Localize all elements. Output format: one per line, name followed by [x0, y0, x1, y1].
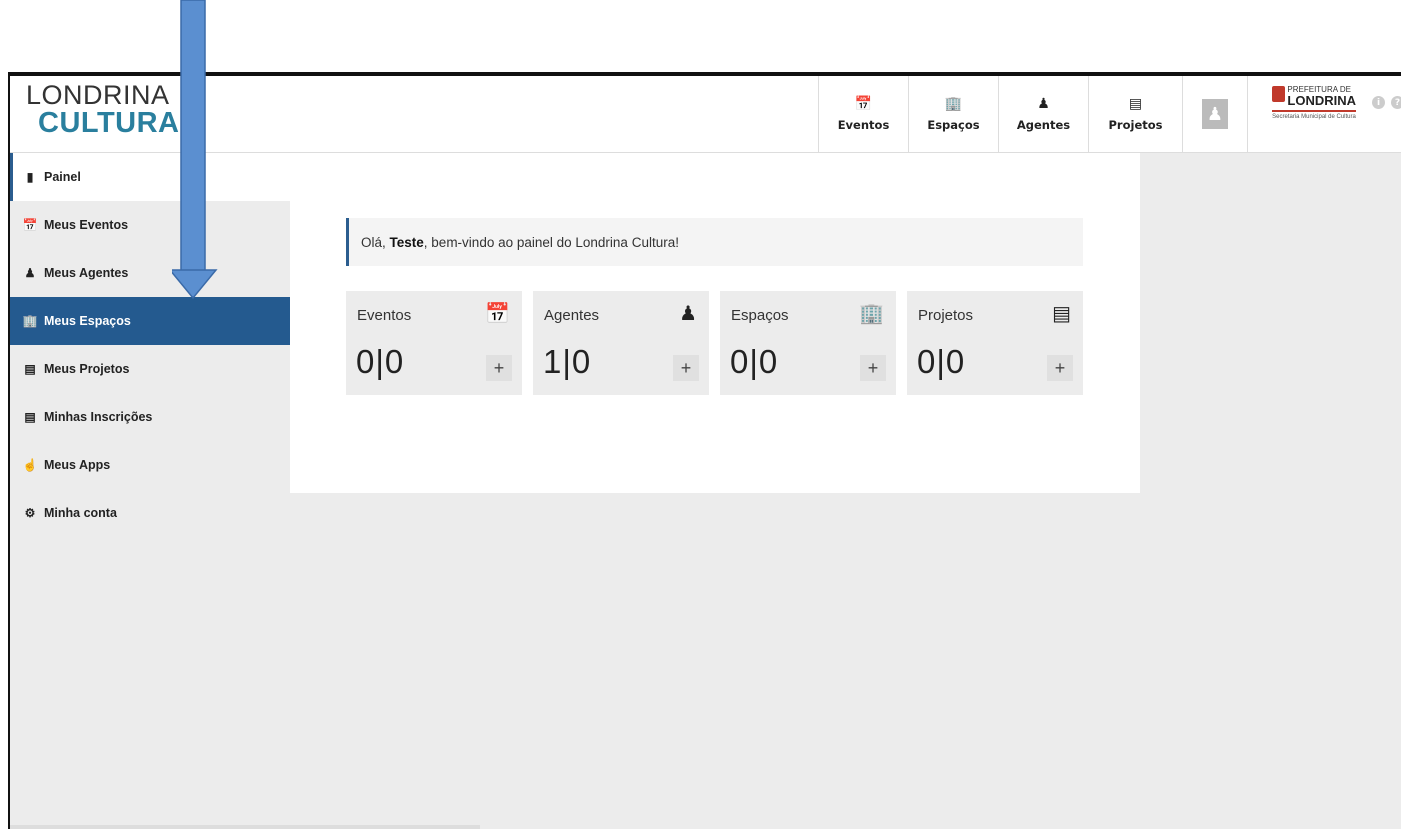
sidebar-item-meus-projetos[interactable]: ▤ Meus Projetos: [10, 345, 290, 393]
horizontal-scrollbar[interactable]: [10, 825, 480, 829]
user-menu[interactable]: ♟: [1182, 76, 1248, 152]
person-icon: ♟: [679, 303, 697, 325]
sidebar-item-label: Minhas Inscrições: [44, 410, 153, 424]
building-icon: 🏢: [859, 303, 884, 325]
sidebar-item-label: Minha conta: [44, 506, 117, 520]
add-espaco-button[interactable]: +: [860, 355, 886, 381]
card-projetos[interactable]: Projetos ▤ 0|0 +: [907, 291, 1083, 395]
sidebar-item-label: Meus Projetos: [44, 362, 130, 376]
document-icon: ▤: [24, 362, 36, 376]
card-title: Projetos: [918, 307, 974, 324]
summary-cards: Eventos 📅 0|0 + Agentes ♟ 1|0 + Espaços …: [346, 291, 1083, 395]
prefeitura-rule: [1272, 110, 1356, 112]
nav-espacos-label: Espaços: [927, 118, 980, 132]
calendar-icon: 📅: [22, 218, 38, 232]
card-title: Eventos: [357, 307, 412, 324]
welcome-text: , bem-vindo ao painel do Londrina Cultur…: [423, 234, 679, 250]
logo-line1: LONDRINA: [26, 80, 170, 110]
card-title: Espaços: [731, 307, 789, 324]
nav-espacos[interactable]: 🏢 Espaços: [908, 76, 998, 152]
sidebar-item-label: Meus Espaços: [44, 314, 131, 328]
sidebar-item-painel[interactable]: ▮ Painel: [10, 153, 290, 201]
info-icon[interactable]: i: [1372, 96, 1385, 109]
welcome-greeting: Olá,: [361, 234, 386, 250]
sidebar-item-label: Painel: [44, 170, 81, 184]
sidebar-item-minhas-inscricoes[interactable]: ▤ Minhas Inscrições: [10, 393, 290, 441]
header: LONDRINA CULTURA 📅 Eventos 🏢 Espaços ♟ A…: [10, 76, 1401, 153]
chart-icon: ▮: [26, 170, 34, 184]
add-evento-button[interactable]: +: [486, 355, 512, 381]
welcome-message: Olá, Teste, bem-vindo ao painel do Londr…: [346, 218, 1083, 266]
document-icon: ▤: [1128, 96, 1143, 112]
card-count: 0|0: [917, 343, 966, 380]
add-projeto-button[interactable]: +: [1047, 355, 1073, 381]
building-icon: 🏢: [944, 96, 963, 112]
sidebar-item-meus-agentes[interactable]: ♟ Meus Agentes: [10, 249, 290, 297]
person-icon: ♟: [1037, 96, 1050, 112]
sidebar-item-label: Meus Apps: [44, 458, 111, 472]
app-icon: ☝: [22, 458, 38, 472]
nav-agentes[interactable]: ♟ Agentes: [998, 76, 1088, 152]
sidebar-item-meus-espacos[interactable]: 🏢 Meus Espaços: [10, 297, 290, 345]
nav-projetos-label: Projetos: [1108, 118, 1163, 132]
crest-icon: [1272, 86, 1286, 102]
nav-eventos[interactable]: 📅 Eventos: [818, 76, 908, 152]
card-title: Agentes: [544, 307, 600, 324]
document-icon: ▤: [24, 410, 36, 424]
card-eventos[interactable]: Eventos 📅 0|0 +: [346, 291, 522, 395]
document-icon: ▤: [1052, 303, 1071, 325]
sidebar-item-meus-apps[interactable]: ☝ Meus Apps: [10, 441, 290, 489]
sidebar-item-meus-eventos[interactable]: 📅 Meus Eventos: [10, 201, 290, 249]
sidebar-item-minha-conta[interactable]: ⚙ Minha conta: [10, 489, 290, 537]
card-espacos[interactable]: Espaços 🏢 0|0 +: [720, 291, 896, 395]
logo-line2: CULTURA: [38, 107, 180, 139]
prefeitura-sub: Secretaria Municipal de Cultura: [1272, 114, 1356, 120]
help-icon[interactable]: ?: [1391, 96, 1401, 109]
header-icons: i ?: [1372, 96, 1401, 109]
nav-projetos[interactable]: ▤ Projetos: [1088, 76, 1182, 152]
card-count: 1|0: [543, 343, 592, 380]
prefeitura-logo[interactable]: PREFEITURA DE LONDRINA Secretaria Munici…: [1272, 86, 1356, 121]
building-icon: 🏢: [22, 314, 38, 328]
sidebar-item-label: Meus Agentes: [44, 266, 129, 280]
calendar-icon: 📅: [854, 96, 873, 112]
person-icon: ♟: [24, 266, 36, 280]
calendar-icon: 📅: [485, 303, 510, 325]
sidebar-item-label: Meus Eventos: [44, 218, 129, 232]
dashboard-panel: Olá, Teste, bem-vindo ao painel do Londr…: [290, 153, 1140, 493]
nav-agentes-label: Agentes: [1016, 118, 1071, 132]
add-agente-button[interactable]: +: [673, 355, 699, 381]
welcome-name: Teste: [389, 234, 424, 250]
nav-eventos-label: Eventos: [837, 118, 890, 132]
app-window: LONDRINA CULTURA 📅 Eventos 🏢 Espaços ♟ A…: [8, 72, 1401, 829]
card-agentes[interactable]: Agentes ♟ 1|0 +: [533, 291, 709, 395]
gear-icon: ⚙: [24, 506, 36, 520]
avatar[interactable]: ♟: [1202, 99, 1228, 129]
card-count: 0|0: [730, 343, 779, 380]
card-count: 0|0: [356, 343, 405, 380]
prefeitura-header: PREFEITURA DE LONDRINA: [1272, 86, 1356, 107]
prefeitura-name: LONDRINA: [1287, 93, 1356, 108]
sidebar: ▮ Painel 📅 Meus Eventos ♟ Meus Agentes 🏢…: [10, 153, 290, 537]
top-nav: 📅 Eventos 🏢 Espaços ♟ Agentes ▤ Projetos…: [818, 76, 1248, 152]
logo[interactable]: LONDRINA CULTURA: [26, 82, 180, 138]
